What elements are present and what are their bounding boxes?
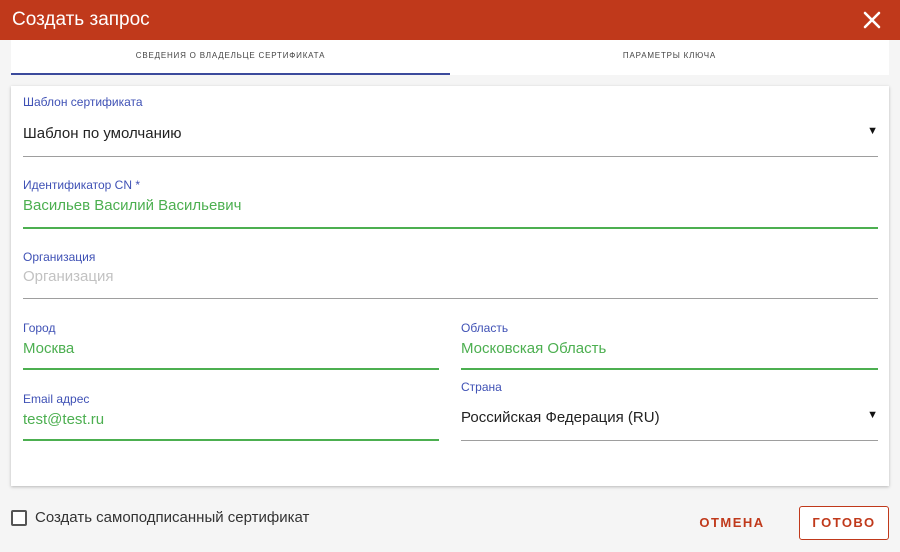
city-input[interactable]: Москва <box>23 340 74 357</box>
organization-field[interactable]: Организация Организация <box>23 250 878 300</box>
checkbox-icon[interactable] <box>11 510 27 526</box>
dialog-title: Создать запрос <box>12 9 150 30</box>
organization-label: Организация <box>23 250 96 264</box>
cancel-button[interactable]: ОТМЕНА <box>690 506 774 540</box>
organization-input[interactable]: Организация <box>23 268 113 285</box>
template-label: Шаблон сертификата <box>23 95 143 109</box>
cn-underline <box>23 227 878 229</box>
dropdown-arrow-icon[interactable]: ▼ <box>867 409 878 421</box>
city-field[interactable]: Город Москва <box>23 321 439 371</box>
country-underline <box>461 440 878 441</box>
template-select[interactable]: Шаблон сертификата Шаблон по умолчанию ▼ <box>23 95 878 157</box>
done-button[interactable]: ГОТОВО <box>799 506 889 540</box>
cn-field[interactable]: Идентификатор CN * Васильев Василий Васи… <box>23 178 878 230</box>
email-field[interactable]: Email адрес test@test.ru <box>23 392 439 442</box>
dialog-header: Создать запрос <box>0 0 900 40</box>
tab-bar: СВЕДЕНИЯ О ВЛАДЕЛЬЦЕ СЕРТИФИКАТА ПАРАМЕТ… <box>11 40 889 75</box>
city-underline <box>23 368 439 370</box>
tab-owner-info[interactable]: СВЕДЕНИЯ О ВЛАДЕЛЬЦЕ СЕРТИФИКАТА <box>11 40 450 75</box>
city-label: Город <box>23 321 56 335</box>
create-request-dialog: Создать запрос СВЕДЕНИЯ О ВЛАДЕЛЬЦЕ СЕРТ… <box>0 0 900 552</box>
tab-key-parameters[interactable]: ПАРАМЕТРЫ КЛЮЧА <box>450 40 889 75</box>
email-underline <box>23 439 439 441</box>
self-signed-label[interactable]: Создать самоподписанный сертификат <box>35 509 309 526</box>
region-field[interactable]: Область Московская Область <box>461 321 878 371</box>
country-label: Страна <box>461 380 502 394</box>
region-underline <box>461 368 878 370</box>
country-value: Российская Федерация (RU) <box>461 409 660 426</box>
dropdown-arrow-icon[interactable]: ▼ <box>867 125 878 137</box>
cn-label: Идентификатор CN * <box>23 178 141 192</box>
region-label: Область <box>461 321 509 335</box>
organization-underline <box>23 298 878 299</box>
template-underline <box>23 156 878 157</box>
country-select[interactable]: Страна Российская Федерация (RU) ▼ <box>461 380 878 442</box>
template-value: Шаблон по умолчанию <box>23 125 182 142</box>
cn-input[interactable]: Васильев Василий Васильевич <box>23 197 241 214</box>
email-label: Email адрес <box>23 392 90 406</box>
close-icon[interactable] <box>860 8 884 32</box>
region-input[interactable]: Московская Область <box>461 340 606 357</box>
email-input[interactable]: test@test.ru <box>23 411 104 428</box>
form-card: Шаблон сертификата Шаблон по умолчанию ▼… <box>11 86 889 486</box>
